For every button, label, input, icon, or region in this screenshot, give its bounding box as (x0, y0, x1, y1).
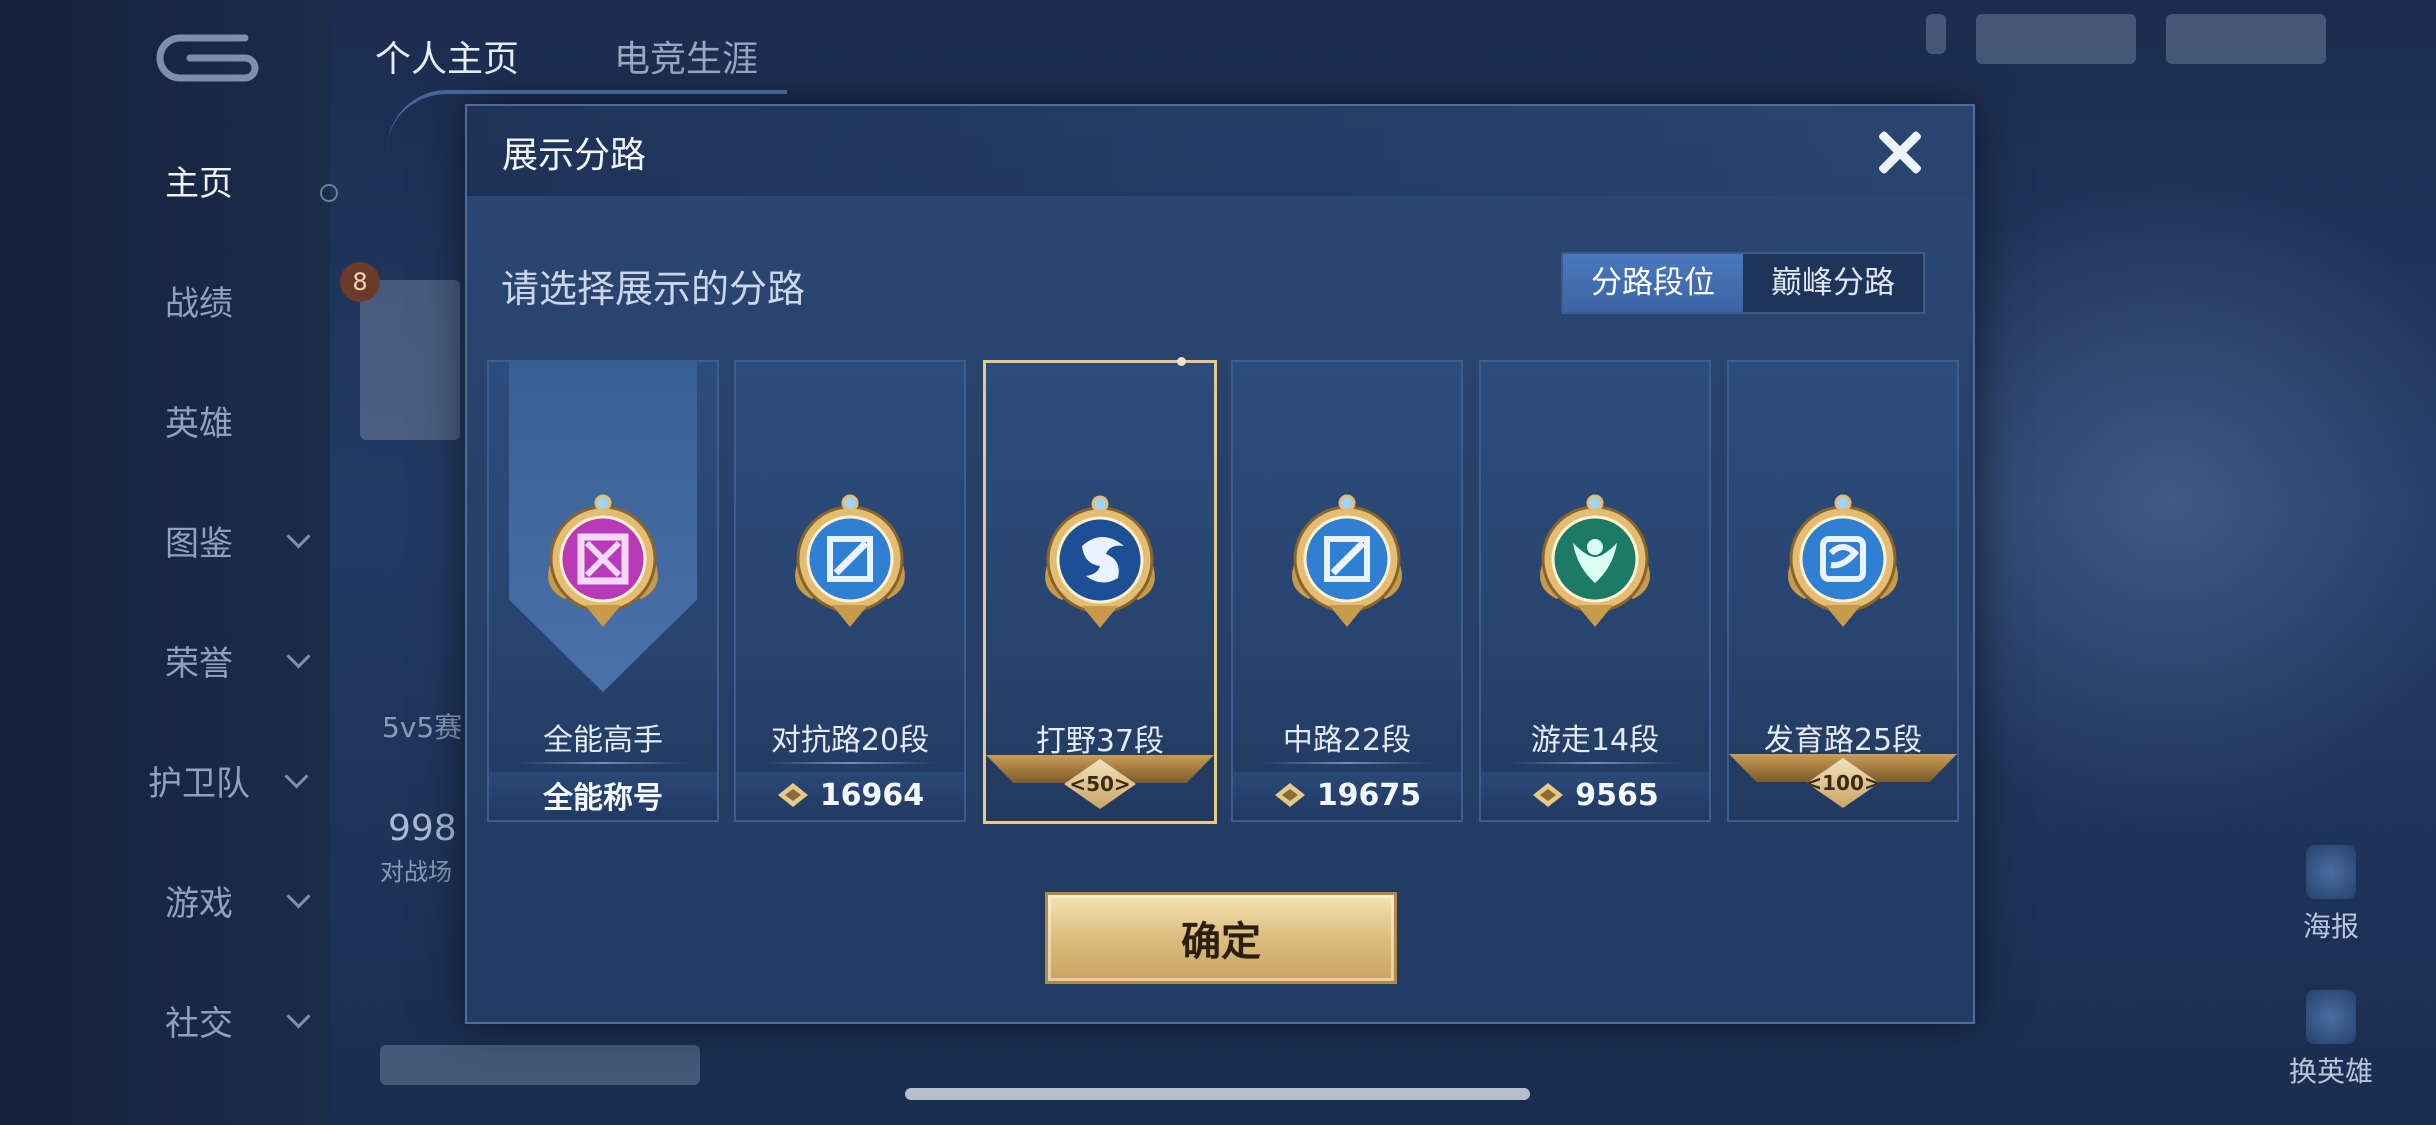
star-badge: <100> (1729, 754, 1957, 818)
confirm-button[interactable]: 确定 (1045, 892, 1397, 984)
sidebar-item-7[interactable]: 社交 (165, 990, 315, 1050)
sidebar-item-label: 护卫队 (148, 763, 250, 804)
segment-lane-rank[interactable]: 分路段位 (1563, 254, 1743, 312)
poster-icon (2306, 845, 2356, 899)
back-icon[interactable] (150, 30, 260, 85)
card-footer-value: 全能称号 (543, 781, 663, 816)
poster-action[interactable]: 海报 (2286, 845, 2376, 945)
sidebar-item-label: 荣誉 (165, 643, 233, 684)
star-badge: <50> (986, 755, 1214, 819)
roam-emblem-icon (1527, 487, 1663, 633)
top-tabs: 个人主页 电竞生涯 (375, 30, 758, 82)
segment-peak-lane[interactable]: 巅峰分路 (1743, 254, 1923, 312)
lane-display-dialog: 展示分路 请选择展示的分路 分路段位 巅峰分路 全能高手 全能称号 对抗路20段 16… (387, 90, 1975, 1024)
top-right-bar (1926, 14, 2326, 64)
chevron-down-icon (286, 884, 311, 909)
lane-rank-label: 打野37段 (1035, 724, 1165, 759)
sidebar-item-label: 英雄 (165, 403, 233, 444)
lane-rank-label: 全能高手 (543, 723, 663, 758)
card-footer-value: 16964 (819, 777, 925, 813)
blurred-server-select[interactable] (2166, 14, 2326, 64)
sidebar-item-1[interactable]: 战绩 (165, 270, 315, 330)
lane-card-1[interactable]: 对抗路20段 16964 (734, 360, 966, 822)
lane-card-4[interactable]: 游走14段 9565 (1479, 360, 1711, 822)
points-icon (777, 783, 808, 807)
lane-rank-label: 对抗路20段 (770, 723, 930, 758)
divider (1263, 762, 1431, 764)
stat-label: 对战场 (380, 858, 452, 886)
chevron-down-icon (286, 1004, 311, 1029)
divider (519, 762, 687, 764)
dialog-header (467, 106, 1973, 196)
card-footer: 全能称号 (489, 772, 717, 818)
jungle-emblem-icon (1032, 488, 1168, 634)
blurred-currency (1976, 14, 2136, 64)
clash-lane-emblem-icon (782, 487, 918, 633)
segment-control: 分路段位 巅峰分路 (1561, 252, 1925, 314)
sidebar-item-label: 主页 (165, 163, 233, 204)
points-icon (1533, 783, 1564, 807)
chevron-down-icon (286, 524, 311, 549)
poster-label: 海报 (2302, 910, 2359, 943)
mid-lane-emblem-icon (1279, 487, 1415, 633)
sidebar-item-label: 图鉴 (165, 523, 233, 564)
sidebar-item-2[interactable]: 英雄 (165, 390, 315, 450)
close-icon[interactable] (1869, 122, 1929, 182)
lane-rank-label: 发育路25段 (1763, 723, 1923, 758)
star-count: <50> (1069, 772, 1131, 796)
lane-card-3[interactable]: 中路22段 19675 (1231, 360, 1463, 822)
lane-card-2[interactable]: 打野37段 <50> (983, 357, 1217, 824)
level-badge: 8 (340, 262, 380, 302)
lane-rank-label: 中路22段 (1282, 723, 1412, 758)
nav-indicator-dot (320, 184, 338, 202)
divider (1511, 762, 1679, 764)
lane-card-5[interactable]: 发育路25段 <100> (1727, 360, 1959, 822)
card-footer: 9565 (1481, 772, 1709, 818)
season-text: 5v5赛 (382, 711, 463, 744)
points-icon (1274, 783, 1305, 807)
sidebar-item-3[interactable]: 图鉴 (165, 510, 315, 570)
card-footer: 19675 (1233, 772, 1461, 818)
lane-rank-label: 游走14段 (1530, 723, 1660, 758)
sidebar-item-label: 社交 (165, 1003, 233, 1044)
lane-card-0[interactable]: 全能高手 全能称号 (487, 360, 719, 822)
dialog-title: 展示分路 (502, 135, 647, 176)
chevron-down-icon (286, 644, 311, 669)
divider (766, 762, 934, 764)
stat-number: 998 (388, 808, 457, 849)
sidebar-item-label: 游戏 (165, 883, 233, 924)
lane-cards: 全能高手 全能称号 对抗路20段 16964 打野37段 <50> 中路22段 19675 游走… (487, 357, 1959, 824)
home-indicator[interactable] (905, 1088, 1530, 1100)
blurred-avatar (360, 280, 460, 440)
all-round-emblem-icon (535, 487, 671, 633)
change-hero-label: 换英雄 (2288, 1055, 2373, 1088)
sidebar-item-6[interactable]: 游戏 (165, 870, 315, 930)
sidebar-item-label: 战绩 (165, 283, 233, 324)
change-hero-action[interactable]: 换英雄 (2286, 990, 2376, 1090)
sidebar-item-0[interactable]: 主页 (165, 150, 315, 210)
blurred-status (1926, 14, 1946, 54)
dialog-subtitle: 请选择展示的分路 (501, 267, 806, 311)
farm-lane-emblem-icon (1775, 487, 1911, 633)
blurred-name (380, 1045, 700, 1085)
tab-esports-career[interactable]: 电竞生涯 (614, 30, 758, 82)
sidebar-item-5[interactable]: 护卫队 (148, 750, 309, 810)
card-footer-value: 19675 (1316, 777, 1422, 813)
hero-icon (2306, 990, 2356, 1044)
card-footer: 16964 (736, 772, 964, 818)
tab-profile[interactable]: 个人主页 (375, 30, 519, 82)
card-footer-value: 9565 (1575, 777, 1659, 813)
sidebar-item-4[interactable]: 荣誉 (165, 630, 315, 690)
